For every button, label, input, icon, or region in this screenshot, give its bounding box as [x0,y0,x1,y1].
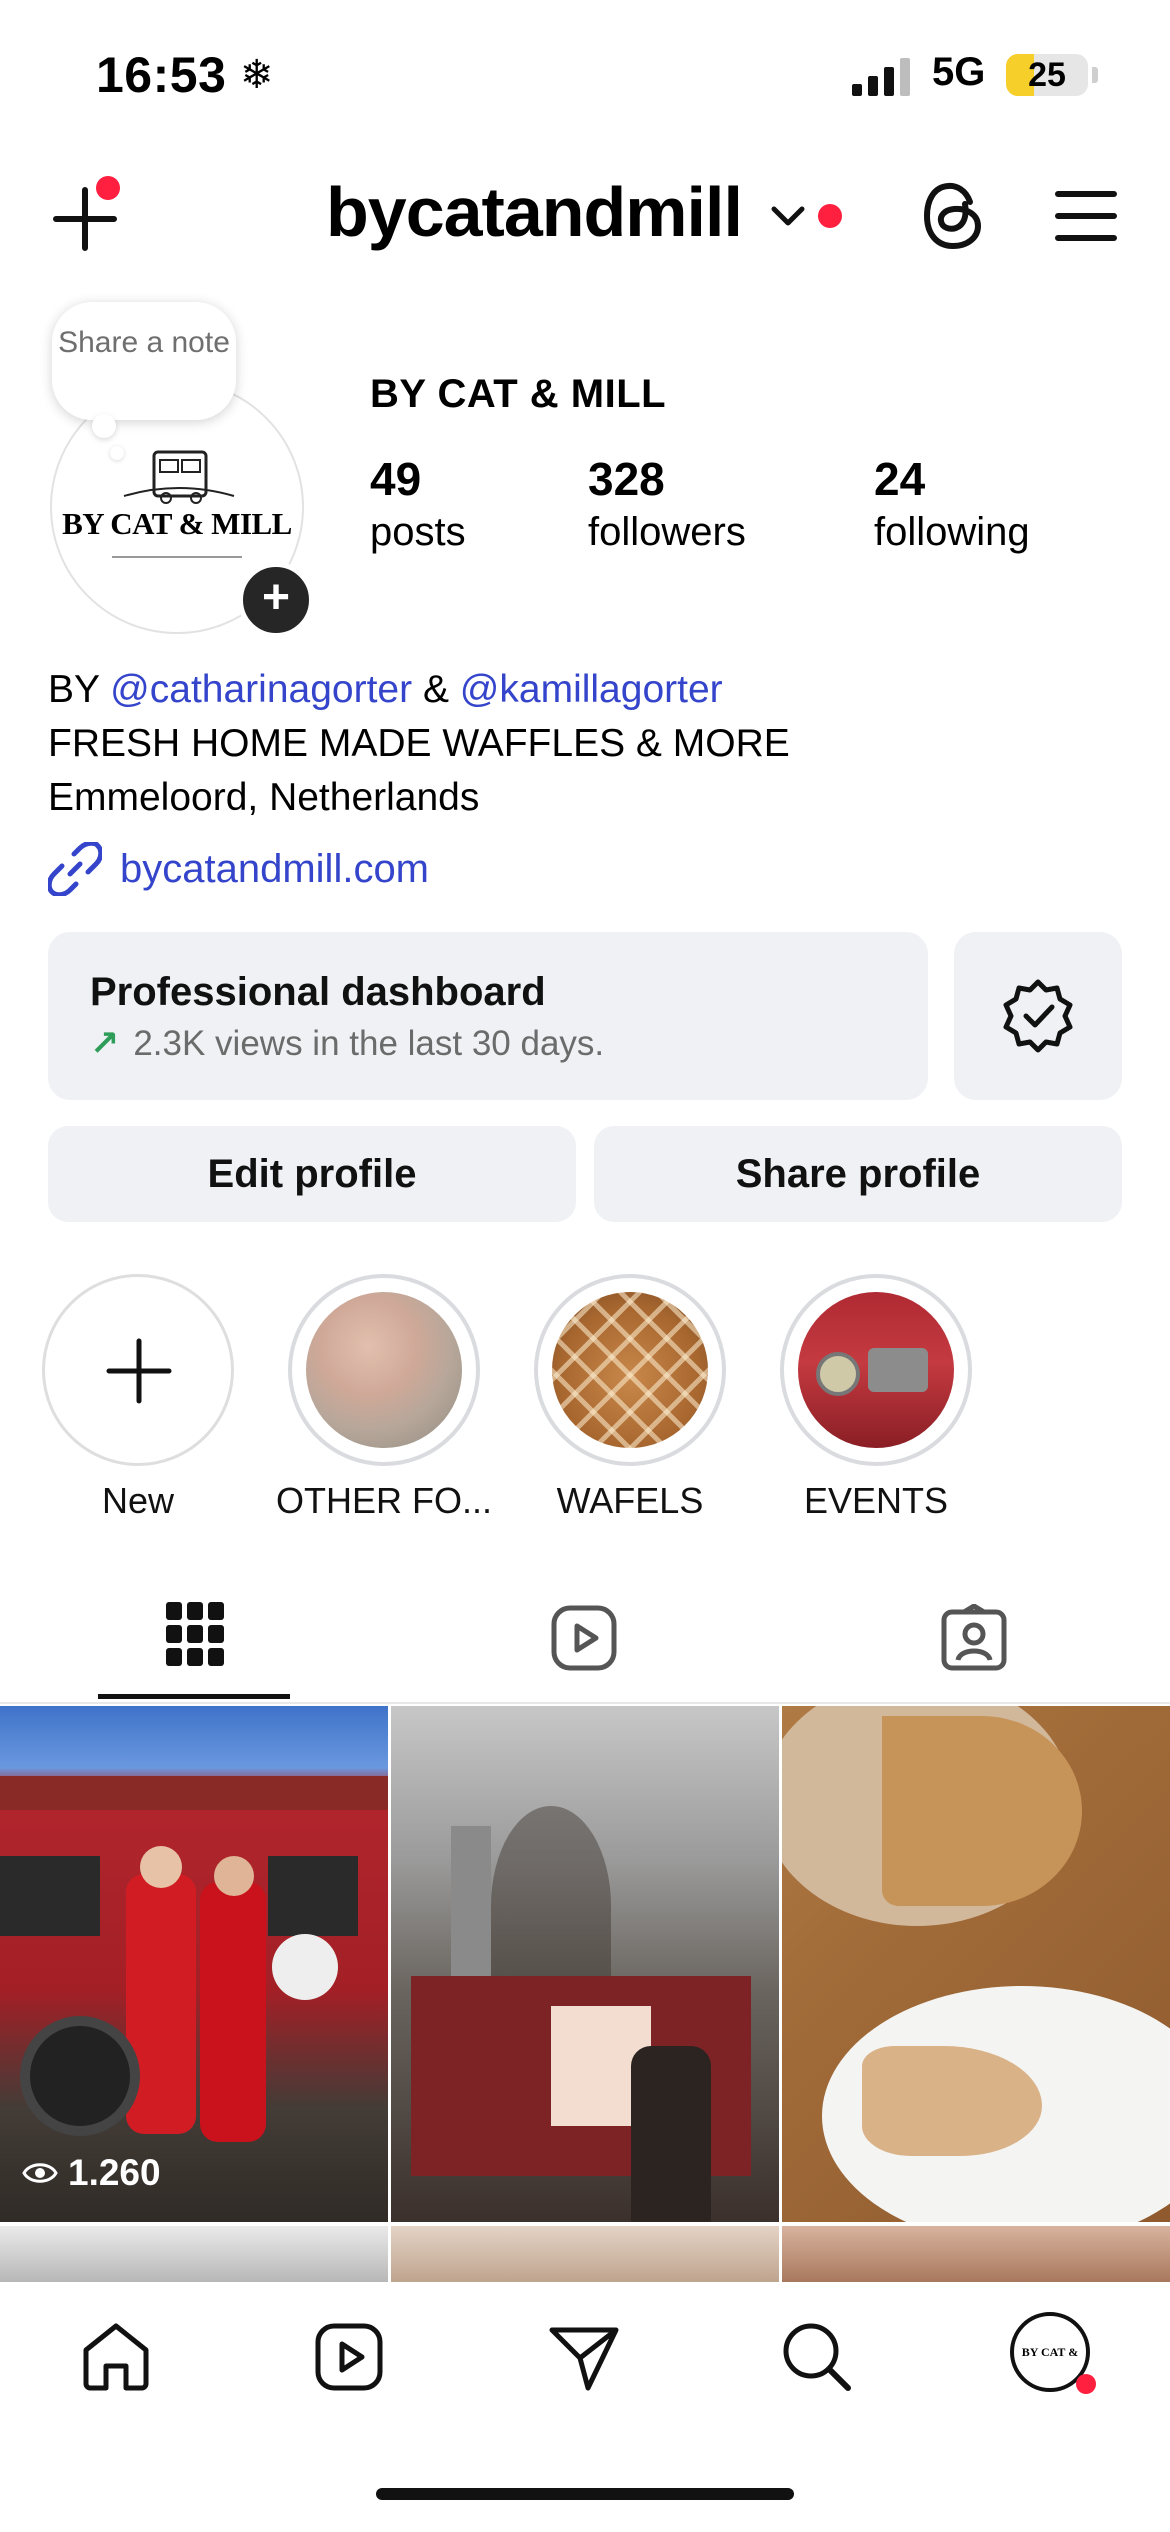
threads-icon[interactable] [918,176,990,256]
battery-level: 25 [1028,56,1066,94]
note-bubble-tail [92,414,116,438]
reels-icon[interactable] [550,1604,618,1672]
post-thumbnail[interactable] [391,1706,779,2222]
truck-roof-shape [0,1776,388,1810]
chevron-down-icon[interactable] [770,204,806,228]
bio-line-2: FRESH HOME MADE WAFFLES & MORE [48,722,790,765]
bio-location: Emmeloord, Netherlands [48,776,480,819]
post-thumbnail[interactable] [0,1706,388,2222]
share-profile-button[interactable]: Share profile [594,1126,1122,1222]
stat-value: 49 [370,453,422,505]
mention-link[interactable]: @catharinagorter [110,668,412,711]
tower-shape [451,1826,491,1976]
highlight-label: New [101,1480,175,1521]
head-shape [140,1846,182,1888]
view-count: 1.260 [22,2152,161,2194]
edit-profile-button[interactable]: Edit profile [48,1126,576,1222]
trend-up-icon: ↗ [90,1024,120,1063]
stat-followers[interactable]: 328 followers [588,452,746,555]
account-notification-dot [818,204,842,228]
send-icon[interactable] [548,2322,620,2394]
post-thumbnail[interactable] [782,1706,1170,2222]
highlight-new[interactable] [42,1274,234,1466]
network-type: 5G [932,50,986,94]
mention-link[interactable]: @kamillagorter [460,668,723,711]
truck-window-shape [268,1856,358,1936]
headlight-shape [816,1352,860,1396]
share-note-bubble[interactable]: Share a note [52,302,236,420]
dashboard-subtitle: ↗ 2.3K views in the last 30 days. [90,1024,604,1064]
stat-label: posts [370,510,466,554]
menu-icon[interactable] [1054,188,1118,244]
weather-icon: ❄ [240,53,274,97]
grid-icon[interactable] [166,1602,224,1666]
highlight-other-food[interactable] [288,1274,480,1466]
truck-logo-sticker [272,1934,338,2000]
search-icon[interactable] [780,2320,854,2394]
stat-value: 24 [874,453,926,505]
pie-slice-shape [882,1716,1082,1906]
home-icon[interactable] [80,2320,152,2392]
avatar-logo-text: BY CAT & MILL [62,506,292,541]
tab-active-indicator [98,1694,290,1699]
website-link-text: bycatandmill.com [120,846,430,891]
username[interactable]: bycatandmill [326,172,743,252]
stat-label: followers [588,510,746,554]
bio-amp: & [422,668,449,711]
highlight-wafels[interactable] [534,1274,726,1466]
highlight-label: OTHER FO... [276,1480,492,1521]
battery-tip [1092,67,1098,83]
reels-icon[interactable] [314,2322,384,2392]
verified-settings-button[interactable] [954,932,1122,1100]
view-count-value: 1.260 [68,2152,161,2193]
bio-line-1: BY @catharinagorter & @kamillagorter [48,664,723,716]
truck-window-shape [0,1856,100,1936]
profile-full-name: BY CAT & MILL [370,372,667,416]
stat-following[interactable]: 24 following [874,452,1030,555]
tagged-icon[interactable] [940,1604,1008,1672]
verified-badge-icon [1003,979,1073,1053]
eye-icon [22,2163,58,2183]
bio-by: BY [48,668,100,711]
dashboard-views: 2.3K views in the last 30 days. [133,1024,605,1063]
new-notification-dot [96,176,120,200]
professional-dashboard[interactable]: Professional dashboard ↗ 2.3K views in th… [48,932,928,1100]
post-thumbnail[interactable] [391,2226,779,2282]
battery-icon: 25 [1006,54,1088,96]
home-indicator [376,2488,794,2500]
person-shape [631,2046,711,2222]
link-icon [48,842,102,896]
plus-icon [106,1338,172,1404]
food-truck-logo-icon [123,450,235,504]
post-thumbnail[interactable] [782,2226,1170,2282]
stat-value: 328 [588,453,665,505]
grille-shape [868,1348,928,1392]
head-shape [214,1856,254,1896]
logo-underline [112,556,242,558]
post-thumbnail[interactable] [0,2226,388,2282]
status-time: 16:53 [96,47,227,103]
add-story-button[interactable]: + [238,562,314,638]
stat-posts[interactable]: 49 posts [370,452,466,555]
website-link[interactable]: bycatandmill.com [48,842,429,896]
profile-notification-dot [1076,2374,1096,2394]
highlight-events[interactable] [780,1274,972,1466]
note-bubble-tail-small [110,446,124,460]
highlight-label: WAFELS [556,1480,704,1521]
tab-divider [0,1702,1170,1704]
person-shape [200,1882,266,2142]
dashboard-title: Professional dashboard [90,970,546,1014]
wheel-shape [20,2016,140,2136]
stat-label: following [874,510,1030,554]
signal-icon [852,58,910,96]
highlight-label: EVENTS [803,1480,949,1521]
